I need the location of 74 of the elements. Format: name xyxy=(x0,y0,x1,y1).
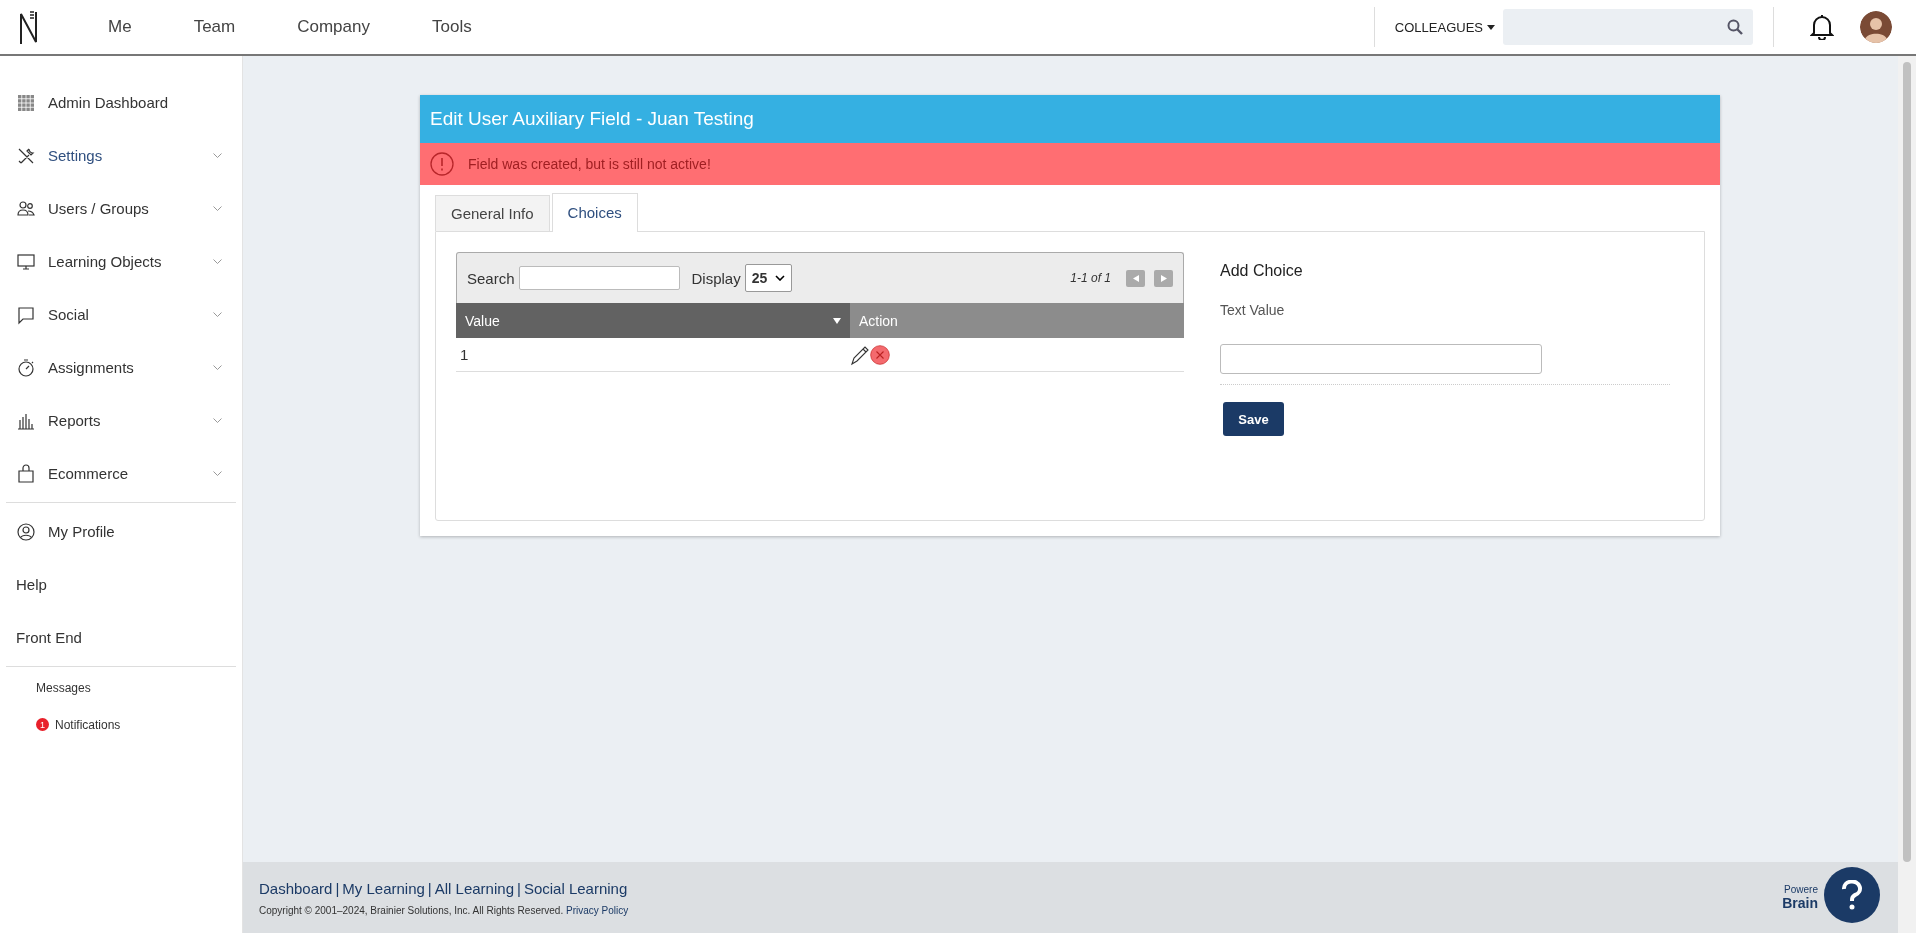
question-mark-icon xyxy=(1841,880,1863,910)
field-label: Text Value xyxy=(1220,302,1286,318)
nav-link[interactable]: Company xyxy=(271,17,406,37)
sidebar-item[interactable]: Reports xyxy=(0,394,242,447)
panel-title: Edit User Auxiliary Field - Juan Testing xyxy=(420,95,1720,143)
logo-icon[interactable] xyxy=(18,9,40,45)
footer-link[interactable]: Dashboard xyxy=(259,879,333,897)
sidebar-item[interactable]: Admin Dashboard xyxy=(0,76,242,129)
table-search-field[interactable] xyxy=(518,266,680,290)
copyright-text: Copyright © 2001–2024, Brainier Solutions, Inc. All Rights Reserved. xyxy=(259,904,564,916)
caret-icon xyxy=(775,275,786,281)
user-circle-icon xyxy=(16,521,36,542)
footer-link[interactable]: Social Learning xyxy=(523,879,628,897)
separator: | xyxy=(516,879,521,897)
separator: | xyxy=(427,879,432,897)
users-icon xyxy=(16,198,36,219)
chevron-icon xyxy=(213,312,222,317)
sort-icon xyxy=(833,317,841,324)
footer-link[interactable]: All Learning xyxy=(434,879,514,897)
alert-message: Field was created, but is still not active! xyxy=(468,156,711,172)
stopwatch-icon xyxy=(16,357,36,378)
warning-icon xyxy=(430,152,454,176)
notification-badge: 1 xyxy=(36,718,49,731)
sidebar-item[interactable]: Social xyxy=(0,288,242,341)
save-button[interactable]: Save xyxy=(1223,402,1284,436)
search-icon[interactable] xyxy=(1727,19,1743,35)
grid-icon xyxy=(16,92,36,113)
help-button[interactable] xyxy=(1824,867,1880,923)
chevron-icon xyxy=(213,365,222,370)
column-header: Action xyxy=(850,303,1184,338)
nav-link[interactable]: Tools xyxy=(405,17,508,37)
nav-link[interactable]: Me xyxy=(82,17,168,37)
sidebar-link[interactable]: Notifications xyxy=(55,717,121,732)
colleagues-dropdown[interactable]: COLLEAGUES xyxy=(1394,19,1495,35)
sidebar-item[interactable]: Users / Groups xyxy=(0,182,242,235)
right-triangle-icon xyxy=(1160,274,1167,282)
separator: | xyxy=(335,879,340,897)
chevron-icon xyxy=(213,206,222,211)
chat-bubble-icon xyxy=(16,304,36,325)
footer-link[interactable]: My Learning xyxy=(342,879,425,897)
delete-icon[interactable] xyxy=(870,344,890,365)
chevron-icon xyxy=(213,471,222,476)
avatar[interactable] xyxy=(1860,11,1892,43)
column-header[interactable]: Value xyxy=(456,303,850,338)
powered-by-text: Powere xyxy=(1783,884,1818,895)
text-value-field[interactable] xyxy=(1220,344,1542,374)
search-field[interactable] xyxy=(1503,9,1753,45)
sidebar-item[interactable]: Ecommerce xyxy=(0,447,242,500)
nav-link[interactable]: Team xyxy=(167,17,272,37)
monitor-icon xyxy=(16,251,36,272)
chevron-icon xyxy=(213,418,222,423)
tab[interactable]: Choices xyxy=(551,193,638,232)
chevron-icon xyxy=(213,259,222,264)
page-size-select[interactable]: 25 xyxy=(744,264,793,292)
left-triangle-icon xyxy=(1132,274,1139,282)
privacy-link[interactable]: Privacy Policy xyxy=(566,904,629,916)
sidebar-item[interactable]: My Profile xyxy=(0,505,242,558)
tab[interactable]: General Info xyxy=(435,195,550,231)
sidebar-item[interactable]: Front End xyxy=(0,611,242,664)
sidebar-item[interactable]: Learning Objects xyxy=(0,235,242,288)
bell-icon[interactable] xyxy=(1810,14,1834,40)
sidebar-link[interactable]: Messages xyxy=(36,680,91,695)
form-title: Add Choice xyxy=(1220,262,1304,280)
caret-icon xyxy=(1487,24,1495,30)
table-cell: 1 xyxy=(460,346,469,363)
sidebar-item[interactable]: Settings xyxy=(0,129,242,182)
chevron-icon xyxy=(213,153,222,158)
sidebar-item[interactable]: Assignments xyxy=(0,341,242,394)
pager-text: 1-1 of 1 xyxy=(1070,271,1111,285)
shopping-bag-icon xyxy=(16,463,36,484)
display-label: Display xyxy=(691,269,741,287)
sidebar-item[interactable]: Help xyxy=(0,558,242,611)
search-label: Search xyxy=(467,269,515,287)
brand-text: Brain xyxy=(1782,895,1818,911)
